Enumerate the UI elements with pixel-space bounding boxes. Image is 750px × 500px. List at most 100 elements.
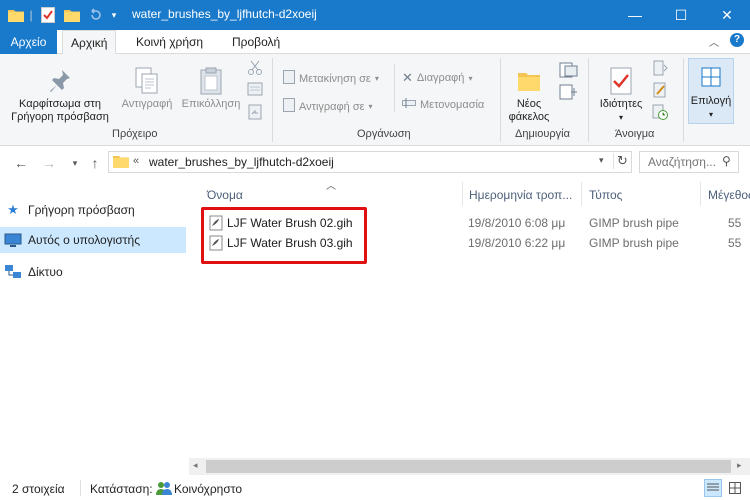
tab-share[interactable]: Κοινή χρήση bbox=[128, 30, 211, 54]
pin-quick-access-button[interactable]: Καρφίτσωμα στη Γρήγορη πρόσβαση bbox=[6, 64, 114, 124]
folder-icon[interactable] bbox=[6, 0, 26, 30]
nav-network[interactable]: Δίκτυο bbox=[0, 259, 186, 285]
edit-icon[interactable] bbox=[652, 82, 668, 101]
collapse-ribbon-icon[interactable]: ︿ bbox=[709, 34, 719, 49]
network-icon bbox=[0, 264, 26, 280]
navigation-pane: ★ Γρήγορη πρόσβαση Αυτός ο υπολογιστής Δ… bbox=[0, 180, 189, 475]
rename-label: Μετονομασία bbox=[420, 98, 485, 111]
column-header-type[interactable]: Τύπος bbox=[589, 188, 622, 202]
ribbon-separator bbox=[588, 58, 589, 142]
navigation-row: ← → ▾ ↑ « water_brushes_by_ljfhutch-d2xo… bbox=[0, 146, 750, 180]
scroll-left-icon[interactable]: ◂ bbox=[193, 460, 198, 471]
new-folder-icon bbox=[503, 64, 555, 98]
nav-quick-access[interactable]: ★ Γρήγορη πρόσβαση bbox=[0, 197, 186, 223]
rename-icon bbox=[402, 98, 416, 111]
properties-button[interactable]: Ιδιότητες ▾ bbox=[593, 64, 649, 124]
select-grid-icon bbox=[689, 59, 733, 95]
ribbon-separator bbox=[394, 64, 395, 112]
computer-icon bbox=[0, 233, 26, 247]
scroll-right-icon[interactable]: ▸ bbox=[737, 460, 742, 471]
file-type: GIMP brush pipe bbox=[589, 236, 679, 250]
horizontal-scrollbar[interactable]: ◂ ▸ bbox=[189, 458, 750, 475]
close-button[interactable]: ✕ bbox=[704, 0, 750, 30]
tab-file[interactable]: Αρχείο bbox=[0, 30, 57, 54]
paste-shortcut-icon[interactable] bbox=[247, 104, 263, 123]
recent-locations-chevron-icon[interactable]: ▾ bbox=[66, 154, 84, 172]
move-to-button[interactable]: Μετακίνηση σε ▾ bbox=[283, 70, 379, 87]
copy-path-icon[interactable] bbox=[247, 82, 263, 99]
ribbon-separator bbox=[500, 58, 501, 142]
scrollbar-thumb[interactable] bbox=[206, 460, 731, 473]
history-icon[interactable] bbox=[652, 104, 668, 123]
undo-icon[interactable] bbox=[86, 0, 106, 30]
address-dropdown-icon[interactable]: ▾ bbox=[599, 155, 604, 166]
search-box[interactable]: ⚲ bbox=[639, 151, 739, 173]
breadcrumb-path[interactable]: water_brushes_by_ljfhutch-d2xoeij bbox=[149, 155, 334, 169]
select-label: Επιλογή bbox=[690, 95, 732, 107]
annotation-highlight-box bbox=[201, 207, 367, 264]
rename-button[interactable]: Μετονομασία bbox=[402, 98, 484, 111]
new-folder-qa-icon[interactable] bbox=[62, 0, 82, 30]
status-bar: 2 στοιχεία Κατάσταση: Κοινόχρηστο bbox=[0, 476, 750, 500]
properties-qa-icon[interactable] bbox=[38, 0, 58, 30]
window-title: water_brushes_by_ljfhutch-d2xoeij bbox=[132, 7, 317, 21]
open-icon[interactable] bbox=[652, 60, 668, 79]
state-label: Κατάσταση: bbox=[90, 482, 153, 496]
new-item-icon[interactable] bbox=[559, 62, 579, 81]
ribbon-separator bbox=[272, 58, 273, 142]
easy-access-icon[interactable] bbox=[559, 84, 579, 103]
forward-arrow-icon[interactable]: → bbox=[40, 154, 58, 172]
new-folder-label-1: Νέος bbox=[516, 98, 542, 110]
file-size: 55 bbox=[728, 236, 742, 250]
breadcrumb-chevron[interactable]: « bbox=[133, 155, 139, 167]
select-button[interactable]: Επιλογή ▾ bbox=[688, 58, 734, 124]
column-divider[interactable] bbox=[581, 182, 582, 206]
file-type: GIMP brush pipe bbox=[589, 216, 679, 230]
column-header-date[interactable]: Ημερομηνία τροπ... bbox=[469, 188, 572, 202]
column-divider[interactable] bbox=[700, 182, 701, 206]
details-view-icon[interactable] bbox=[704, 479, 722, 497]
column-header-name[interactable]: Όνομα bbox=[207, 188, 243, 202]
delete-label: Διαγραφή bbox=[416, 72, 465, 84]
large-icons-view-icon[interactable] bbox=[726, 479, 744, 497]
copy-button[interactable]: Αντιγραφή bbox=[117, 64, 177, 111]
pin-label-1: Καρφίτσωμα στη bbox=[19, 98, 101, 110]
address-folder-icon bbox=[113, 154, 129, 171]
open-group-title: Άνοιγμα bbox=[615, 128, 655, 140]
state-value: Κοινόχρηστο bbox=[174, 482, 242, 496]
cut-icon[interactable] bbox=[247, 60, 263, 79]
tab-view[interactable]: Προβολή bbox=[224, 30, 288, 54]
ribbon-separator bbox=[683, 58, 684, 142]
address-bar[interactable]: « water_brushes_by_ljfhutch-d2xoeij ▾ ↻ bbox=[108, 151, 632, 173]
file-date: 19/8/2010 6:22 μμ bbox=[468, 236, 566, 250]
search-input[interactable] bbox=[640, 152, 718, 172]
pin-icon bbox=[6, 64, 114, 98]
maximize-button[interactable]: ☐ bbox=[658, 0, 704, 30]
customize-qa-dropdown[interactable]: ▾ bbox=[107, 0, 121, 30]
help-icon[interactable]: ? bbox=[730, 33, 744, 47]
copy-icon bbox=[117, 64, 177, 98]
nav-this-pc[interactable]: Αυτός ο υπολογιστής bbox=[0, 227, 186, 253]
delete-icon: ✕ bbox=[402, 70, 413, 85]
search-icon[interactable]: ⚲ bbox=[722, 154, 731, 168]
status-divider bbox=[80, 480, 81, 496]
minimize-button[interactable]: — bbox=[612, 0, 658, 30]
delete-button[interactable]: ✕ Διαγραφή ▾ bbox=[402, 70, 472, 86]
nav-this-pc-label: Αυτός ο υπολογιστής bbox=[28, 233, 140, 247]
back-arrow-icon[interactable]: ← bbox=[12, 154, 30, 172]
organize-group-title: Οργάνωση bbox=[357, 128, 411, 140]
tab-home[interactable]: Αρχική bbox=[62, 30, 117, 55]
copy-to-button[interactable]: Αντιγραφή σε ▾ bbox=[283, 98, 373, 115]
copy-label: Αντιγραφή bbox=[121, 98, 173, 110]
properties-icon bbox=[593, 64, 649, 98]
new-folder-button[interactable]: Νέος φάκελος bbox=[503, 64, 555, 124]
pin-label-2: Γρήγορη πρόσβαση bbox=[11, 111, 109, 123]
file-date: 19/8/2010 6:08 μμ bbox=[468, 216, 566, 230]
clipboard-group-title: Πρόχειρο bbox=[112, 128, 158, 140]
paste-button[interactable]: Επικόλληση bbox=[180, 64, 242, 111]
column-divider[interactable] bbox=[462, 182, 463, 206]
up-arrow-icon[interactable]: ↑ bbox=[86, 154, 104, 172]
column-header-size[interactable]: Μέγεθος bbox=[708, 188, 750, 202]
title-bar: | ▾ water_brushes_by_ljfhutch-d2xoeij — … bbox=[0, 0, 750, 30]
refresh-icon[interactable]: ↻ bbox=[613, 153, 628, 169]
